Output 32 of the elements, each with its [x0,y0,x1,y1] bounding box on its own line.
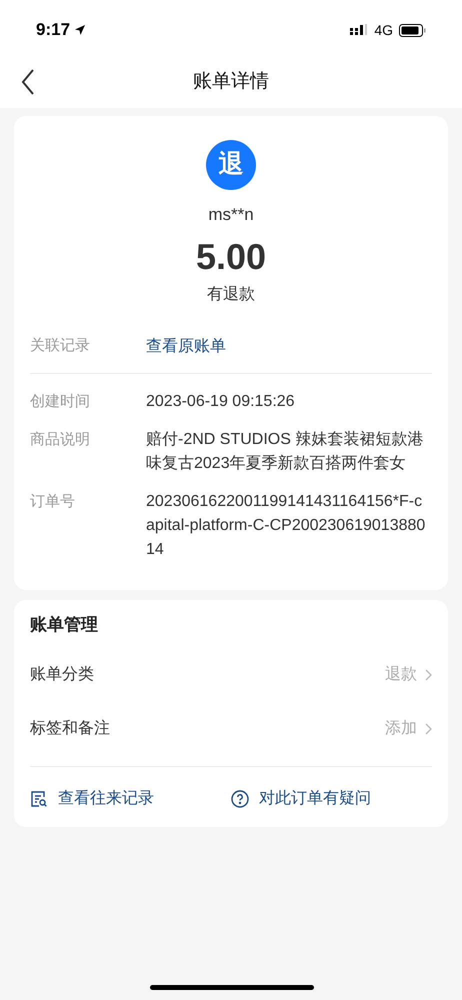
view-original-bill-link[interactable]: 查看原账单 [146,334,226,358]
action-link[interactable]: 查看往来记录 [30,786,231,810]
page-title: 账单详情 [193,70,269,94]
settings-row[interactable]: 账单分类 退款 [30,648,432,702]
chevron-right-icon [425,722,432,734]
bill-status: 有退款 [207,284,255,304]
chevron-right-icon [425,668,432,680]
detail-value: 2023-06-19 09:15:26 [146,392,296,412]
detail-label: 关联记录 [30,336,91,356]
back-chevron-icon [21,69,35,95]
battery-icon [399,24,426,36]
row-label: 标签和备注 [30,718,110,738]
detail-label: 订单号 [30,492,76,512]
detail-value: 2023061622001199141431164156*F-capital-platform-C-CP20023061901388014 [146,492,426,560]
document-search-icon [30,790,48,808]
detail-label: 创建时间 [30,392,91,412]
signal-icon [350,24,368,36]
settings-row[interactable]: 标签和备注 添加 [30,702,432,756]
detail-value: 赔付-2ND STUDIOS 辣妹套装裙短款港味复古2023年夏季新款百搭两件套女 [146,430,424,474]
question-icon [231,790,249,808]
detail-label: 商品说明 [30,430,91,450]
network-label: 4G [374,20,393,40]
payee-name: ms**n [208,204,254,226]
refund-badge: 退 [206,140,256,190]
action-link[interactable]: 对此订单有疑问 [231,786,432,810]
section-title: 账单管理 [30,614,98,634]
row-label: 账单分类 [30,664,94,684]
row-value: 退款 [385,664,417,684]
location-arrow-icon [74,24,86,36]
amount: 5.00 [196,234,266,278]
row-value: 添加 [385,718,417,738]
status-time: 9:17 [36,19,70,42]
